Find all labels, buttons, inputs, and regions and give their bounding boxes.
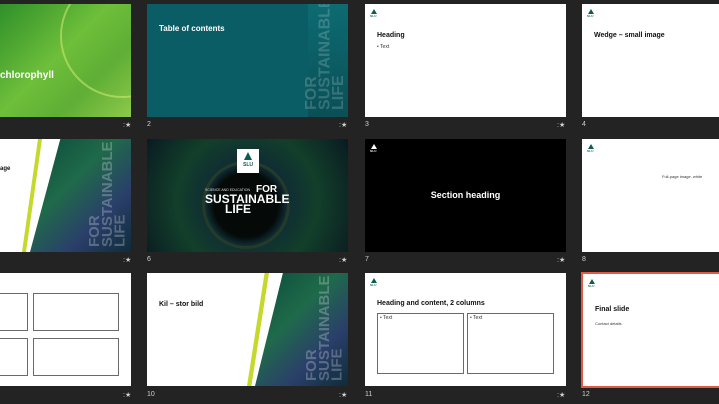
slide-title: Table of contents [159, 24, 225, 33]
slide-thumbnail-9[interactable] [0, 273, 131, 386]
slide-number: 7 [365, 256, 369, 263]
slide-thumbnail-1[interactable]: chlorophyll [0, 4, 131, 117]
slide-thumbnail-6[interactable]: SLU SCIENCE AND EDUCATION FOR SUSTAINABL… [147, 139, 348, 252]
star-icon[interactable]: :★ [339, 391, 347, 399]
slide-thumbnail-11[interactable]: SLU Heading and content, 2 columns • Tex… [365, 273, 566, 386]
slide-number: 10 [147, 391, 155, 398]
slide-thumbnail-8[interactable]: SLU Full-page image, white [582, 139, 719, 252]
slide-number: 8 [582, 256, 586, 263]
content-box [0, 293, 28, 331]
slide-title: Heading and content, 2 columns [377, 300, 485, 307]
slide-number: 11 [365, 391, 373, 398]
slide-number: 6 [147, 256, 151, 263]
slide-title: Kil – stor bild [159, 301, 204, 308]
content-box [33, 338, 119, 376]
content-column-1: • Text [377, 313, 464, 374]
slide-thumbnail-12[interactable]: SLU Final slide Contact details [581, 272, 719, 388]
slide-number: 12 [582, 391, 590, 398]
slide-caption: Full-page image, white [662, 174, 703, 179]
star-icon[interactable]: :★ [557, 256, 565, 264]
star-icon[interactable]: :★ [339, 121, 347, 129]
slide-thumbnail-2[interactable]: FOR SUSTAINABLE LIFE Table of contents [147, 4, 348, 117]
slide-title: age [0, 166, 11, 172]
slide-title: Final slide [595, 306, 630, 313]
vertical-slogan: FOR SUSTAINABLE LIFE [303, 4, 348, 110]
slu-logo: SLU [588, 279, 596, 288]
slide-thumbnail-5[interactable]: FOR SUSTAINABLE LIFE age [0, 139, 131, 252]
slide-thumbnail-4[interactable]: SLU Wedge – small image [582, 4, 719, 117]
slide-bullet: • Text [377, 44, 390, 50]
content-column-2: • Text [467, 313, 554, 374]
vertical-slogan: FOR SUSTAINABLE LIFE [302, 275, 346, 381]
slide-number: 3 [365, 121, 369, 128]
slu-logo: SLU [370, 278, 378, 287]
slide-thumbnail-10[interactable]: FOR SUSTAINABLE LIFE Kil – stor bild [147, 273, 348, 386]
star-icon[interactable]: :★ [123, 121, 131, 129]
star-icon[interactable]: :★ [339, 256, 347, 264]
slide-thumbnail-7[interactable]: SLU Section heading [365, 139, 566, 252]
slu-logo: SLU [587, 9, 595, 18]
slide-title: Heading [377, 32, 405, 39]
slide-subtitle: Contact details [595, 321, 622, 326]
slide-number: 4 [582, 121, 586, 128]
vertical-slogan: FOR SUSTAINABLE LIFE [85, 141, 129, 247]
slide-thumbnail-3[interactable]: SLU Heading • Text [365, 4, 566, 117]
slu-logo: SLU [237, 149, 259, 173]
slide-title: Wedge – small image [594, 32, 665, 39]
star-icon[interactable]: :★ [557, 121, 565, 129]
content-box [33, 293, 119, 331]
slide-title: Section heading [430, 190, 501, 200]
star-icon[interactable]: :★ [123, 256, 131, 264]
star-icon[interactable]: :★ [123, 391, 131, 399]
star-icon[interactable]: :★ [557, 391, 565, 399]
slu-logo: SLU [370, 9, 378, 18]
slide-title: chlorophyll [0, 70, 54, 81]
slide-number: 2 [147, 121, 151, 128]
slu-logo: SLU [587, 144, 595, 153]
slogan-life: LIFE [225, 202, 251, 216]
slu-logo: SLU [370, 144, 378, 153]
content-box [0, 338, 28, 376]
